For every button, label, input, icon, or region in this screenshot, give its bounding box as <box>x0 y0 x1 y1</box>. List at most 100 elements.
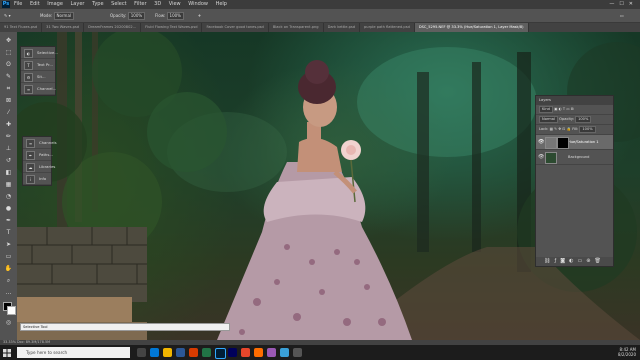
tab-doc-5[interactable]: Facebook Cover good tones.psd <box>202 23 269 32</box>
brush-tool-icon[interactable]: ✏ <box>3 132 14 142</box>
brush-tool-icon[interactable]: ✎ ▾ <box>4 9 11 22</box>
mode-select[interactable]: Normal <box>53 12 75 20</box>
menu-help[interactable]: Help <box>216 1 227 7</box>
app-icon[interactable] <box>267 348 276 357</box>
layer-mask-thumbnail[interactable] <box>557 137 569 149</box>
type-tool-icon[interactable]: T <box>3 228 14 238</box>
layer-row-background[interactable]: 👁 Background <box>536 150 613 165</box>
panel-item[interactable]: ☁ Libraries <box>23 161 55 173</box>
task-view-icon[interactable] <box>137 348 146 357</box>
tab-doc-7[interactable]: Dark kettle.psd <box>324 23 361 32</box>
menu-window[interactable]: Window <box>188 1 208 7</box>
eyedropper-tool-icon[interactable]: ⁄ <box>3 108 14 118</box>
panel-item[interactable]: ≡ Channel... <box>21 83 56 95</box>
tab-doc-6[interactable]: Black on Transparent.png <box>269 23 324 32</box>
menu-view[interactable]: View <box>169 1 181 7</box>
folder-icon[interactable]: ▭ <box>578 258 587 264</box>
app-icon[interactable] <box>293 348 302 357</box>
trash-icon[interactable]: 🗑 <box>594 258 604 264</box>
close-button[interactable]: ✕ <box>629 1 638 7</box>
gradient-tool-icon[interactable]: ▦ <box>3 180 14 190</box>
excel-icon[interactable] <box>202 348 211 357</box>
adjustment-icon[interactable]: ◐ <box>569 258 577 264</box>
menu-filter[interactable]: Filter <box>134 1 146 7</box>
mask-icon[interactable]: ◙ <box>560 258 569 264</box>
document-tabs: 91 Text Fluxes.psd 31 Two Waves.psd DreamF… <box>0 23 640 32</box>
menu-type[interactable]: Type <box>92 1 103 7</box>
tools-panel: ✥ ⬚ ʘ ✎ ⌗ ⊠ ⁄ ✚ ✏ ⊥ ↺ ◧ ▦ ◔ ● ✒ T ➤ ▭ ✋ … <box>0 32 18 340</box>
taskbar-search-input[interactable]: Type here to search <box>17 347 130 358</box>
menu-layer[interactable]: Layer <box>71 1 85 7</box>
marquee-tool-icon[interactable]: ⬚ <box>3 48 14 58</box>
panel-item-label: Selective... <box>37 50 58 55</box>
tab-doc-3[interactable]: DreamFrames 20200802... <box>84 23 142 32</box>
edge-icon[interactable] <box>150 348 159 357</box>
dodge-tool-icon[interactable]: ● <box>3 204 14 214</box>
opacity-input[interactable]: 100% <box>127 12 146 20</box>
lock-icons[interactable]: ▦ ✎ ✥ ⊡ 🔒 <box>550 127 571 131</box>
quick-mask-icon[interactable]: ◎ <box>3 318 14 328</box>
file-explorer-icon[interactable] <box>163 348 172 357</box>
firefox-icon[interactable] <box>254 348 263 357</box>
taskbar-clock[interactable]: 8:42 AM 8/2/2020 <box>618 347 636 357</box>
lasso-tool-icon[interactable]: ʘ <box>3 60 14 70</box>
blend-mode-select[interactable]: Normal <box>539 115 559 123</box>
filter-icons[interactable]: ▣ ◐ T ▭ ⊞ <box>554 107 574 111</box>
powerpoint-icon[interactable] <box>189 348 198 357</box>
menu-select[interactable]: Select <box>111 1 126 7</box>
tab-doc-active[interactable]: DSC_5295.NEF @ 33.3% (Hue/Saturation 1, … <box>414 23 529 32</box>
windows-start-icon[interactable] <box>3 349 11 357</box>
menu-file[interactable]: File <box>14 1 22 7</box>
clone-stamp-icon[interactable]: ⊥ <box>3 144 14 154</box>
eye-icon[interactable]: 👁 <box>538 139 544 145</box>
flow-input[interactable]: 100% <box>166 12 184 20</box>
zoom-tool-icon[interactable]: ⌕ <box>3 276 14 286</box>
menu-image[interactable]: Image <box>47 1 63 7</box>
hand-tool-icon[interactable]: ✋ <box>3 264 14 274</box>
layer-opacity-input[interactable]: 100% <box>575 115 592 123</box>
layers-panel-title[interactable]: Layers <box>536 96 613 105</box>
panel-item[interactable]: ≡ Channels <box>23 137 57 149</box>
panel-item[interactable]: ✒ Paths... <box>23 149 53 161</box>
tab-doc-2[interactable]: 31 Two Waves.psd <box>42 23 85 32</box>
text-icon: T <box>24 61 33 70</box>
crop-tool-icon[interactable]: ⌗ <box>3 84 14 94</box>
mode-label: Mode: <box>40 13 53 18</box>
chrome-icon[interactable] <box>241 348 250 357</box>
panel-item[interactable]: ◐ Selective... <box>21 47 58 59</box>
tab-doc-8[interactable]: purple path flattened.psd <box>360 23 415 32</box>
eraser-tool-icon[interactable]: ◧ <box>3 168 14 178</box>
menu-3d[interactable]: 3D <box>154 1 161 7</box>
word-icon[interactable] <box>176 348 185 357</box>
tab-doc-4[interactable]: Fluid Flowing Text Waves.psd <box>141 23 203 32</box>
blur-tool-icon[interactable]: ◔ <box>3 192 14 202</box>
maximize-button[interactable]: ☐ <box>619 1 628 7</box>
healing-brush-icon[interactable]: ✚ <box>3 120 14 130</box>
more-tools-icon[interactable]: … <box>3 288 14 298</box>
pen-tool-icon[interactable]: ✒ <box>3 216 14 226</box>
move-tool-icon[interactable]: ✥ <box>3 36 14 46</box>
eye-icon[interactable]: 👁 <box>538 154 544 160</box>
path-select-icon[interactable]: ➤ <box>3 240 14 250</box>
panel-item[interactable]: T Text Pr... <box>21 59 55 71</box>
workspace-icon[interactable]: ▭ <box>620 9 624 22</box>
panel-item[interactable]: ⚙ Sit... <box>21 71 55 83</box>
app-icon[interactable] <box>280 348 289 357</box>
layer-row-hue-saturation[interactable]: 👁 Hue/Saturation 1 <box>536 135 613 150</box>
background-color-swatch[interactable] <box>7 306 16 315</box>
paths-icon: ✒ <box>26 151 35 160</box>
panel-item[interactable]: i Info <box>23 173 51 185</box>
history-brush-icon[interactable]: ↺ <box>3 156 14 166</box>
fill-input[interactable]: 100% <box>579 125 596 133</box>
tab-doc-1[interactable]: 91 Text Fluxes.psd <box>0 23 43 32</box>
quick-select-tool-icon[interactable]: ✎ <box>3 72 14 82</box>
link-icon[interactable]: ⛓ <box>544 258 554 264</box>
photoshop-taskbar-icon[interactable] <box>215 348 226 359</box>
menu-edit[interactable]: Edit <box>30 1 40 7</box>
airbrush-icon[interactable]: ✈ <box>198 9 201 22</box>
frame-tool-icon[interactable]: ⊠ <box>3 96 14 106</box>
minimize-button[interactable]: — <box>609 1 619 7</box>
premiere-icon[interactable] <box>228 348 237 357</box>
kind-filter-select[interactable]: Kind <box>539 105 553 113</box>
shape-tool-icon[interactable]: ▭ <box>3 252 14 262</box>
